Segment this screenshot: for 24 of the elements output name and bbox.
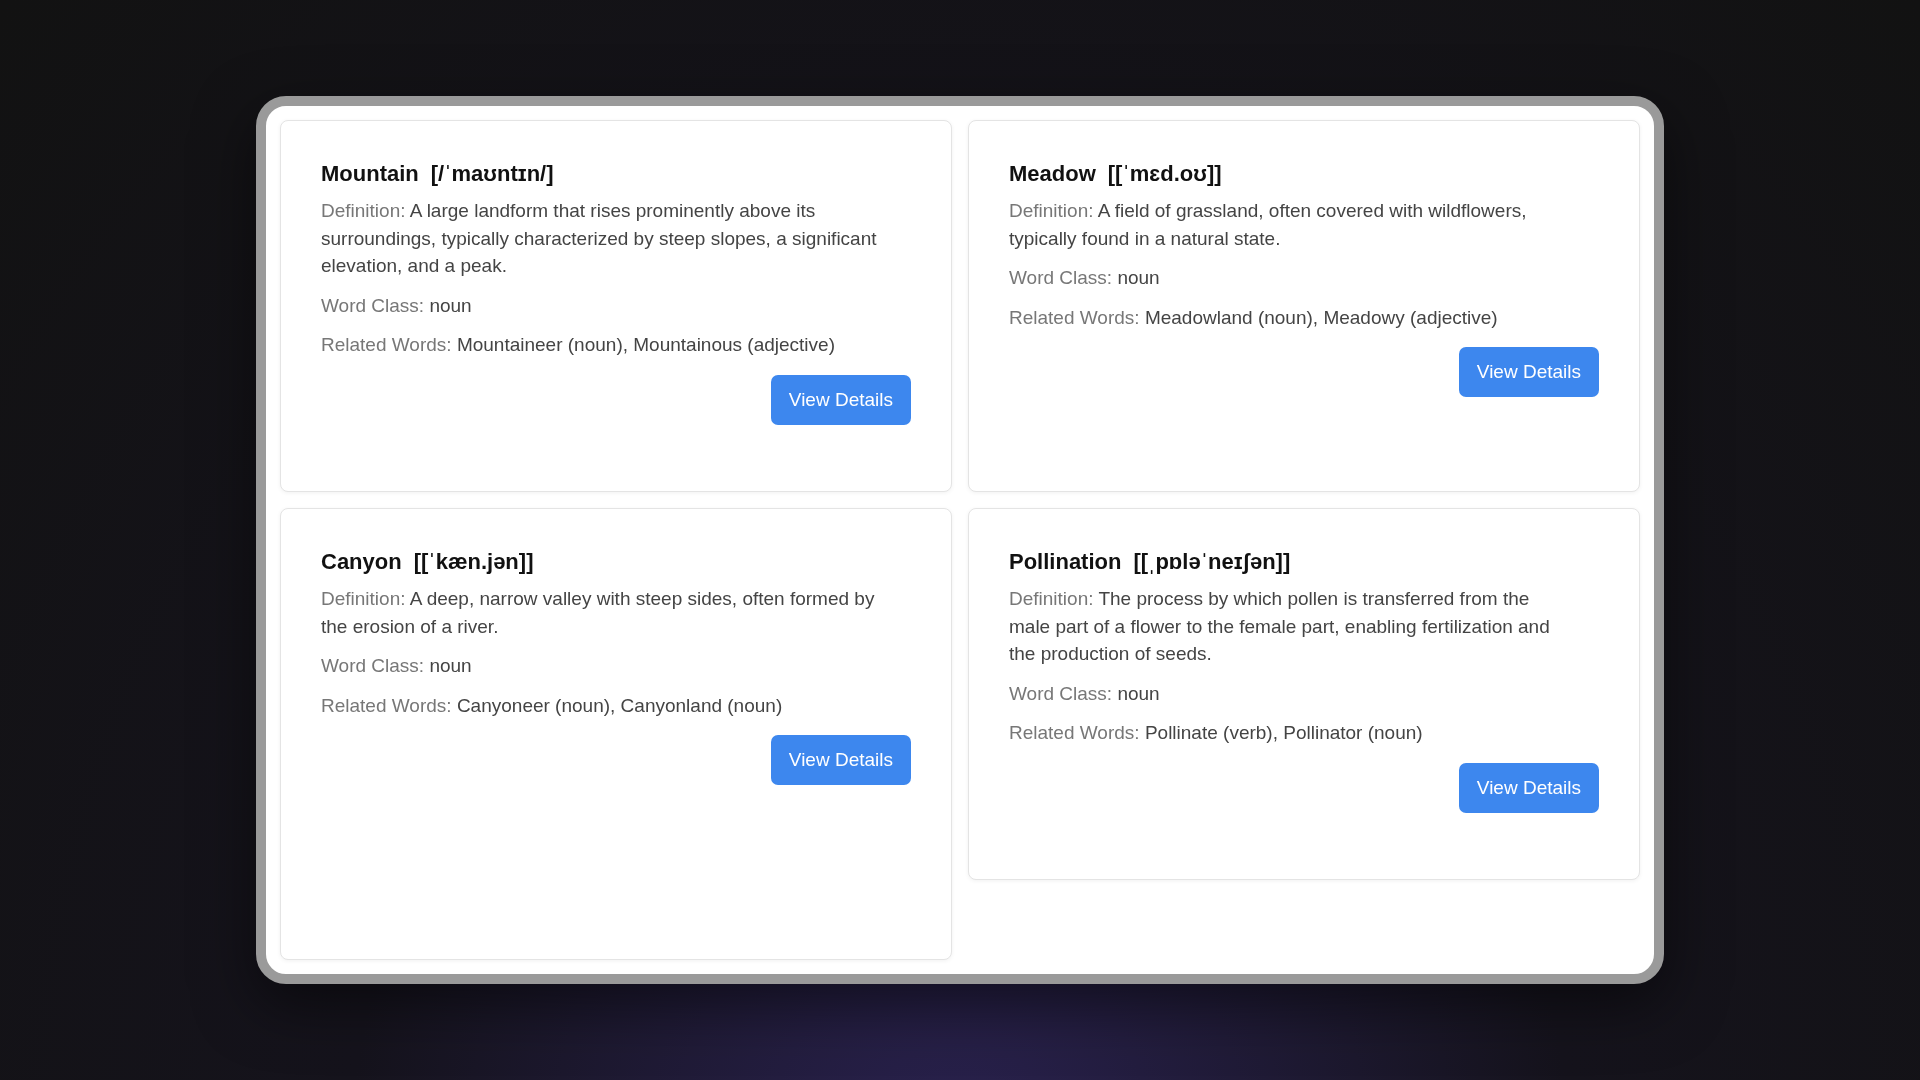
word-class-text: Word Class: noun [321, 654, 472, 679]
related-words-text: Related Words: Meadowland (noun), Meadowy (adjective) [1009, 305, 1498, 330]
view-details-button[interactable]: View Details [1458, 762, 1599, 813]
word-class-text: Word Class: noun [1009, 266, 1160, 291]
word-title: Pollination [1009, 549, 1122, 575]
word-title: Mountain [321, 161, 419, 187]
word-class-text: Word Class: noun [1009, 681, 1160, 706]
view-details-button[interactable]: View Details [1458, 347, 1599, 398]
pronunciation: [[ˌpɒləˈneɪʃən]] [1133, 549, 1291, 575]
view-details-button[interactable]: View Details [770, 735, 911, 786]
pronunciation: [[ˈmɛd.oʊ]] [1107, 161, 1222, 187]
related-words-text: Related Words: Mountaineer (noun), Mountainous (adjective) [321, 333, 835, 358]
view-details-button[interactable]: View Details [770, 374, 911, 425]
definition-text: Definition: A large landform that rises prominently above its surroundings, typically characterized by steep slopes, a significant elevation, and a peak. [321, 199, 878, 279]
definition-text: Definition: A deep, narrow valley with steep sides, often formed by the erosion of a river. [321, 587, 876, 639]
word-class-text: Word Class: noun [321, 293, 472, 318]
word-title: Canyon [321, 549, 402, 575]
related-words-text: Related Words: Pollinate (verb), Pollinator (noun) [1009, 721, 1423, 746]
pronunciation: [/ˈmaʊntɪn/] [430, 161, 554, 187]
word-title: Meadow [1009, 161, 1096, 187]
pronunciation: [[ˈkæn.jən]] [413, 549, 534, 575]
related-words-text: Related Words: Canyoneer (noun), Canyonland (noun) [321, 693, 783, 718]
definition-text: Definition: The process by which pollen is transferred from the male part of a flower to the female part, enabling fertilization and the production of seeds. [1009, 587, 1551, 667]
definition-text: Definition: A field of grassland, often covered with wildflowers, typically found in a natural state. [1009, 199, 1528, 251]
